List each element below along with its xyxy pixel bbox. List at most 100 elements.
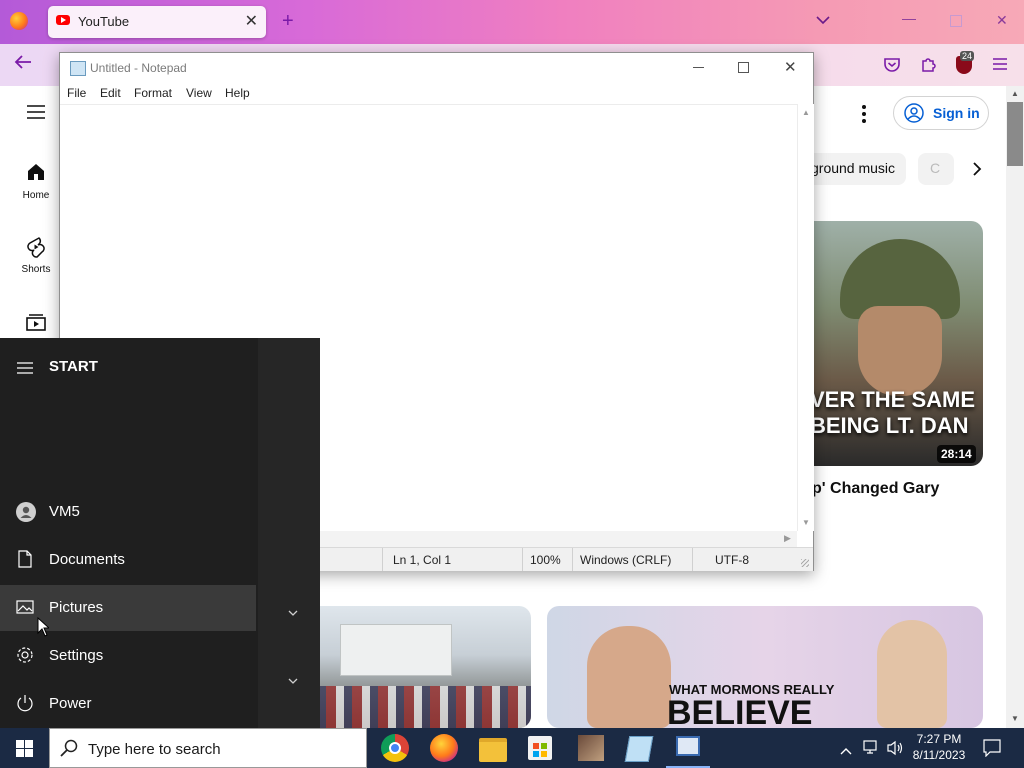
video-title[interactable]: p' Changed Gary xyxy=(812,480,939,498)
status-line-ending: Windows (CRLF) xyxy=(580,553,672,567)
menu-edit[interactable]: Edit xyxy=(100,86,121,100)
notepad-app-icon xyxy=(70,61,86,76)
thumbnail-overlay-text: BELIEVE xyxy=(667,694,813,728)
volume-icon[interactable] xyxy=(886,740,904,761)
clock-date: 8/11/2023 xyxy=(912,748,966,762)
file-explorer-icon[interactable] xyxy=(479,738,507,762)
status-divider xyxy=(692,548,693,571)
photo-app-icon[interactable] xyxy=(578,735,604,761)
youtube-favicon-icon xyxy=(56,15,70,25)
scroll-down-arrow-icon[interactable]: ▼ xyxy=(1011,714,1019,723)
taskbar-search-box[interactable]: Type here to search xyxy=(49,728,367,768)
firefox-icon[interactable] xyxy=(430,734,458,762)
menu-help[interactable]: Help xyxy=(225,86,250,100)
network-icon[interactable] xyxy=(863,740,881,761)
chip-next[interactable]: C xyxy=(918,153,954,185)
document-icon xyxy=(16,550,34,568)
page-scrollbar[interactable]: ▲ ▼ xyxy=(1006,86,1024,728)
minimize-window-icon[interactable]: — xyxy=(902,10,916,26)
windows-start-icon[interactable] xyxy=(16,740,33,762)
guide-menu-icon[interactable] xyxy=(26,104,46,125)
person-face-shape xyxy=(587,626,671,728)
expand-chevron-icon[interactable] xyxy=(288,606,298,620)
show-hidden-icons-chevron-icon[interactable] xyxy=(840,742,852,760)
start-item-documents[interactable]: Documents xyxy=(0,537,256,583)
shorts-icon xyxy=(26,236,46,258)
start-item-label: Documents xyxy=(49,551,125,568)
browser-tab-bar: YouTube ✕ + — ✕ xyxy=(0,0,1024,44)
menu-file[interactable]: File xyxy=(67,86,86,100)
resize-grip-icon[interactable] xyxy=(801,559,809,567)
portrait-face-shape xyxy=(877,620,947,728)
search-icon xyxy=(60,739,78,762)
app-menu-hamburger-icon[interactable] xyxy=(992,57,1008,76)
scroll-down-arrow-icon[interactable]: ▼ xyxy=(802,518,810,527)
chips-next-arrow-icon[interactable] xyxy=(972,162,982,181)
windows-taskbar: Type here to search 7:27 PM 8/11/2023 xyxy=(0,728,1024,768)
chip-label: C xyxy=(930,160,941,176)
minimize-icon[interactable] xyxy=(693,67,704,68)
back-arrow-icon[interactable] xyxy=(14,54,32,75)
power-icon xyxy=(16,694,34,712)
sign-in-button[interactable]: Sign in xyxy=(893,96,989,130)
start-item-label: Settings xyxy=(49,647,104,664)
pocket-icon[interactable] xyxy=(884,57,900,77)
video-duration: 28:14 xyxy=(937,445,976,463)
notepad-icon[interactable] xyxy=(624,736,654,762)
soldier-face-shape xyxy=(858,306,942,396)
expand-chevron-icon[interactable] xyxy=(288,674,298,688)
crowd-shape xyxy=(300,686,531,728)
network-app-icon[interactable] xyxy=(676,736,700,756)
scroll-up-arrow-icon[interactable]: ▲ xyxy=(802,108,810,117)
notification-center-icon[interactable] xyxy=(983,739,1001,762)
video-thumbnail[interactable]: WHAT MORMONS REALLY BELIEVE xyxy=(547,606,983,728)
chip-background-music[interactable]: ground music xyxy=(800,153,906,185)
list-all-tabs-chevron-icon[interactable] xyxy=(816,12,830,28)
pictures-icon xyxy=(16,598,34,616)
clock-time: 7:27 PM xyxy=(916,732,962,746)
status-encoding: UTF-8 xyxy=(715,553,749,567)
extension-badge: 24 xyxy=(960,51,975,61)
start-item-label: VM5 xyxy=(49,503,80,520)
video-thumbnail[interactable] xyxy=(300,606,531,728)
maximize-icon[interactable] xyxy=(738,62,749,73)
scroll-right-arrow-icon[interactable]: ▶ xyxy=(784,533,791,544)
firefox-logo-icon xyxy=(10,12,28,30)
chip-label: ground music xyxy=(811,160,896,176)
mouse-cursor-icon xyxy=(37,616,51,642)
new-tab-button[interactable]: + xyxy=(282,11,294,31)
search-placeholder: Type here to search xyxy=(88,741,221,758)
notepad-title-bar[interactable]: Untitled - Notepad ✕ xyxy=(60,53,813,83)
restore-window-icon[interactable] xyxy=(950,15,962,27)
status-cursor-position: Ln 1, Col 1 xyxy=(393,553,452,567)
capitol-building-shape xyxy=(340,624,452,676)
window-title: Untitled - Notepad xyxy=(90,61,187,75)
settings-icon xyxy=(16,646,34,664)
taskbar-clock[interactable]: 7:27 PM 8/11/2023 xyxy=(905,731,973,763)
start-menu: START VM5 Documents Pictures Settings Po… xyxy=(0,338,320,728)
start-item-user[interactable]: VM5 xyxy=(0,489,256,535)
menu-format[interactable]: Format xyxy=(134,86,172,100)
scroll-up-arrow-icon[interactable]: ▲ xyxy=(1011,89,1019,98)
account-circle-icon xyxy=(904,103,924,126)
store-icon[interactable] xyxy=(528,736,552,760)
thumbnail-overlay-text: BEING LT. DAN xyxy=(810,413,969,438)
tab-youtube[interactable]: YouTube ✕ xyxy=(48,6,266,38)
extensions-puzzle-icon[interactable] xyxy=(920,56,937,78)
more-options-icon[interactable] xyxy=(861,104,867,129)
thumbnail-overlay-text: VER THE SAME xyxy=(810,387,976,412)
start-item-power[interactable]: Power xyxy=(0,681,256,727)
status-zoom: 100% xyxy=(530,553,561,567)
guide-item-label: Home xyxy=(22,190,50,201)
menu-view[interactable]: View xyxy=(186,86,212,100)
notepad-vertical-scrollbar[interactable]: ▲ ▼ xyxy=(797,104,814,531)
subscriptions-icon xyxy=(26,312,46,332)
close-window-icon[interactable]: ✕ xyxy=(996,12,1008,29)
start-item-label: Power xyxy=(49,695,92,712)
tab-close-button[interactable]: ✕ xyxy=(245,11,258,31)
start-hamburger-icon[interactable] xyxy=(17,361,33,379)
start-tiles-area xyxy=(258,338,320,728)
chrome-icon[interactable] xyxy=(381,734,409,762)
close-icon[interactable]: ✕ xyxy=(784,58,797,76)
scrollbar-thumb[interactable] xyxy=(1007,102,1023,166)
